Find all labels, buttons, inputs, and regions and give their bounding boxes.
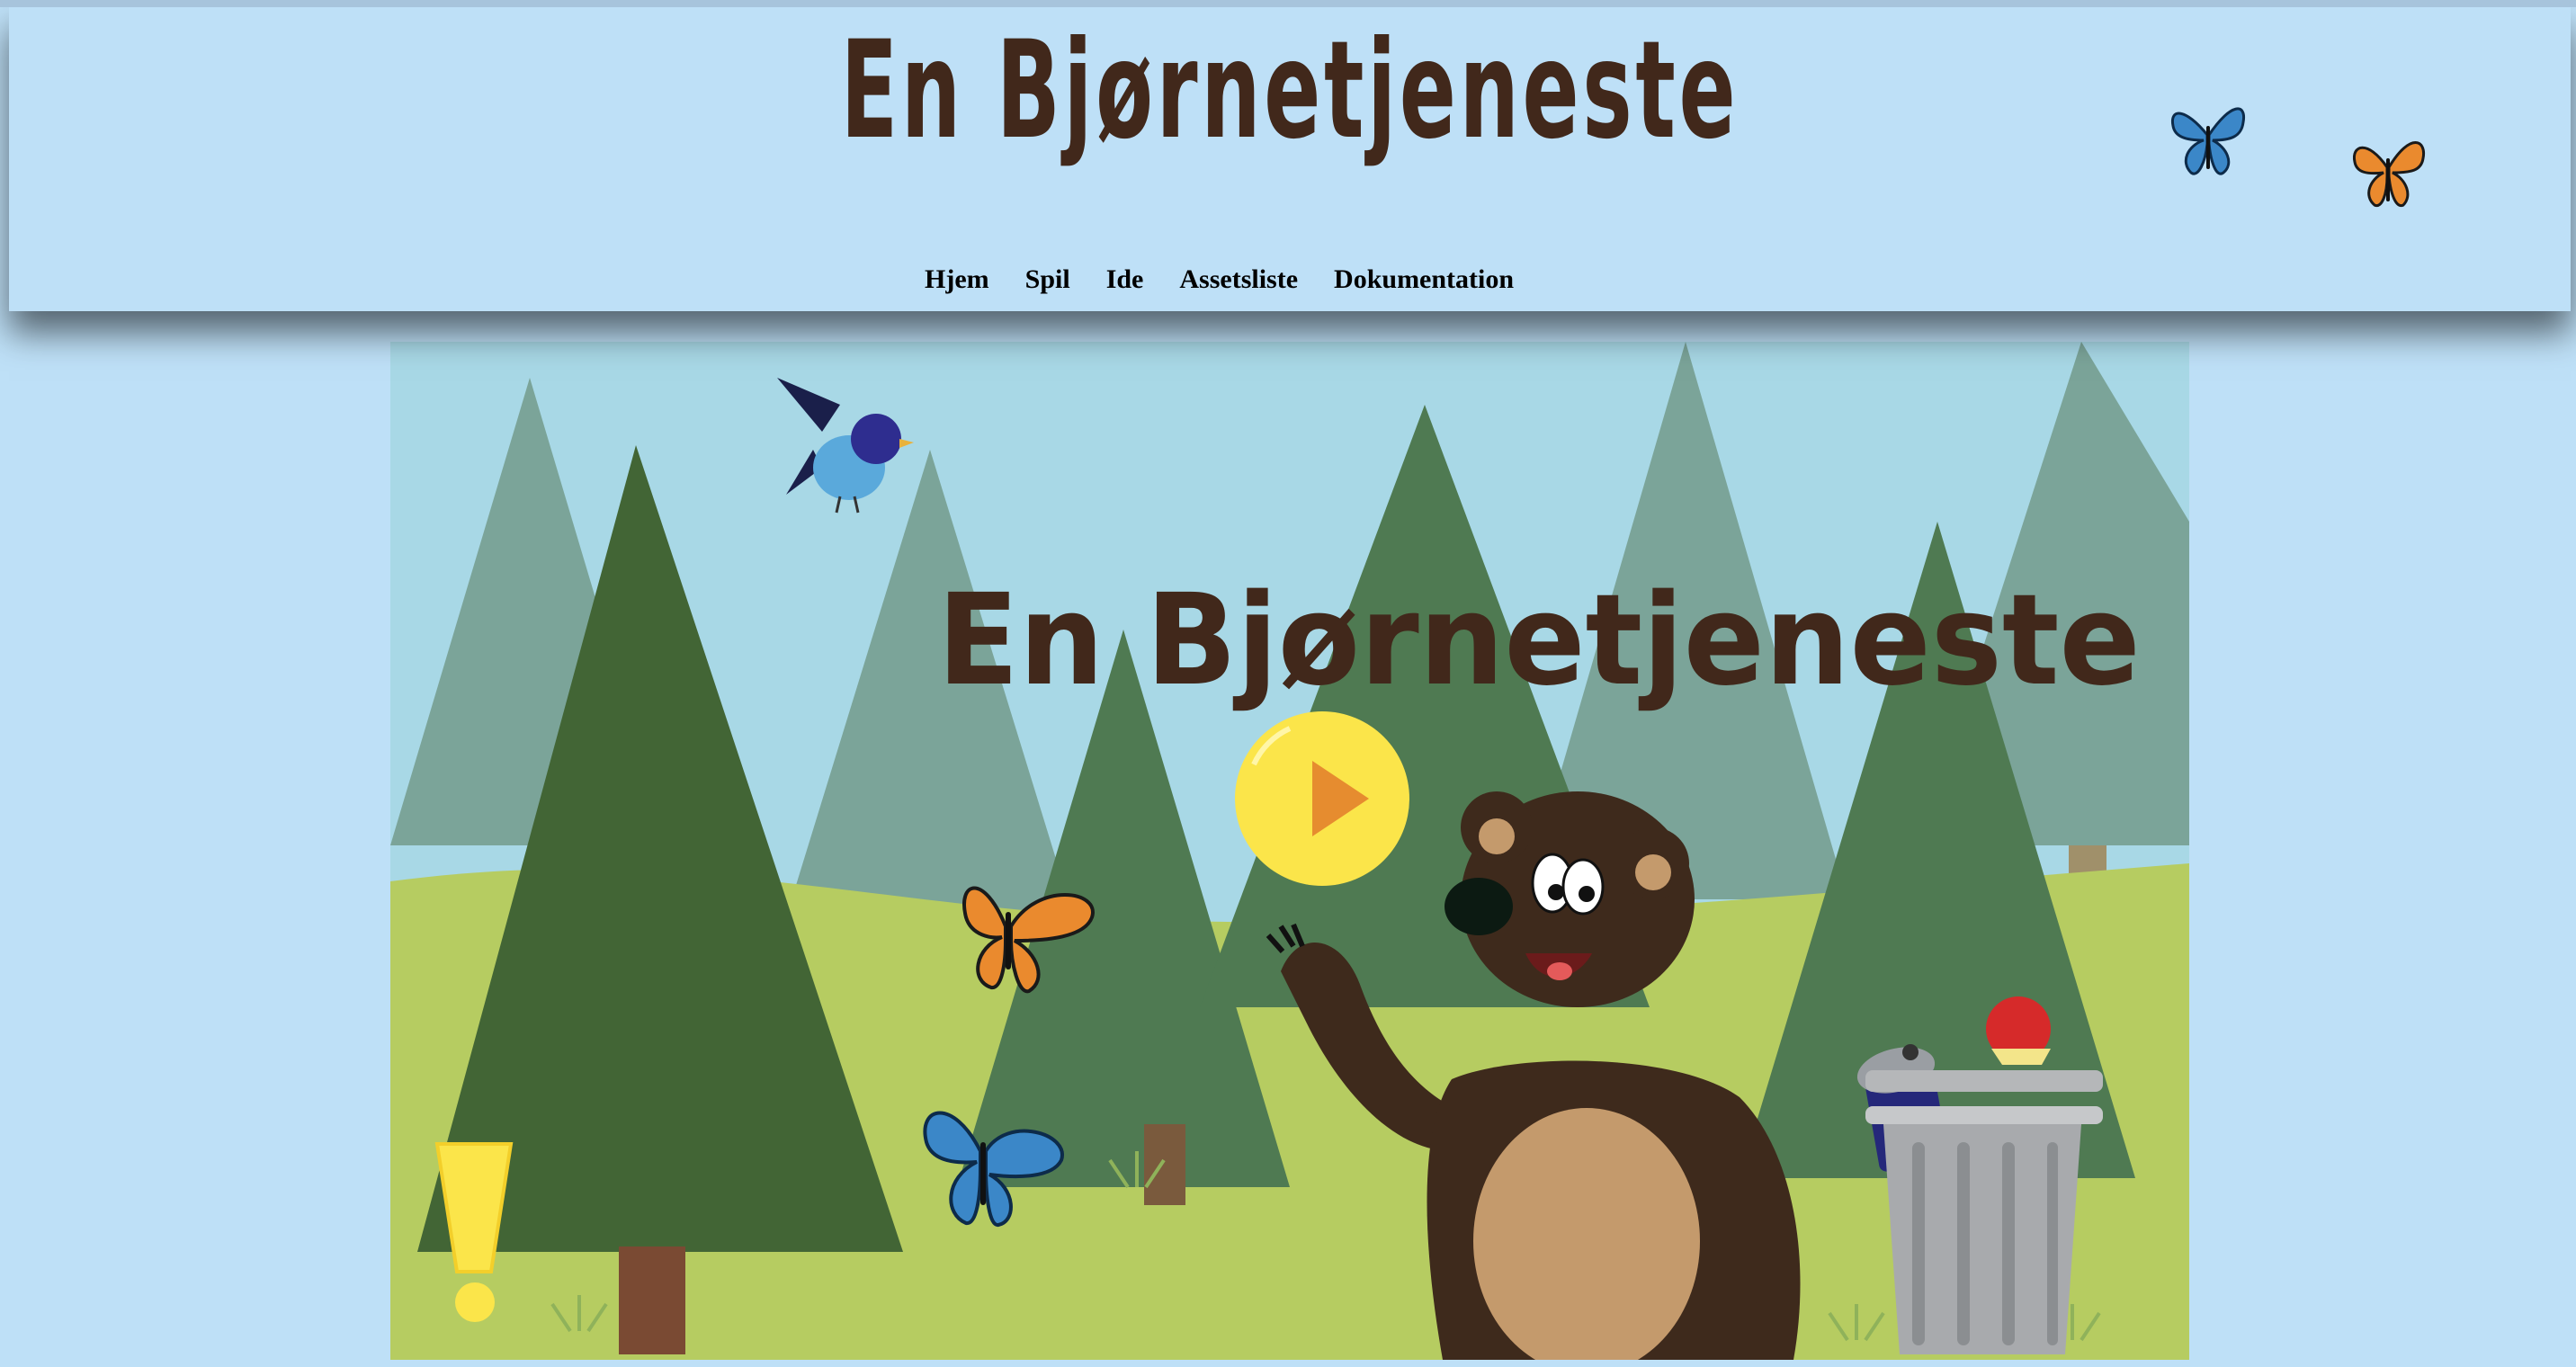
- nav-link-hjem[interactable]: Hjem: [925, 264, 989, 295]
- blue-butterfly-icon: [2170, 107, 2246, 175]
- nav-link-spil[interactable]: Spil: [1025, 264, 1070, 295]
- orange-butterfly-icon: [2352, 141, 2426, 208]
- nav-link-dokumentation[interactable]: Dokumentation: [1334, 264, 1514, 295]
- game-title: En Bjørnetjeneste: [937, 567, 2141, 714]
- nav-link-assetsliste[interactable]: Assetsliste: [1179, 264, 1298, 295]
- foreground-trunk: [619, 1246, 685, 1354]
- main-nav: Hjem Spil Ide Assetsliste Dokumentation: [925, 264, 1514, 295]
- play-button[interactable]: [1235, 711, 1409, 886]
- site-header: En Bjørnetjeneste Hjem Spil Ide Assetsli…: [9, 7, 2571, 311]
- site-title: En Bjørnetjeneste: [840, 13, 1740, 169]
- nav-link-ide[interactable]: Ide: [1106, 264, 1144, 295]
- header-top-strip: [0, 0, 2576, 7]
- mid-trunk: [1144, 1124, 1185, 1205]
- game-canvas[interactable]: En Bjørnetjeneste: [390, 342, 2189, 1360]
